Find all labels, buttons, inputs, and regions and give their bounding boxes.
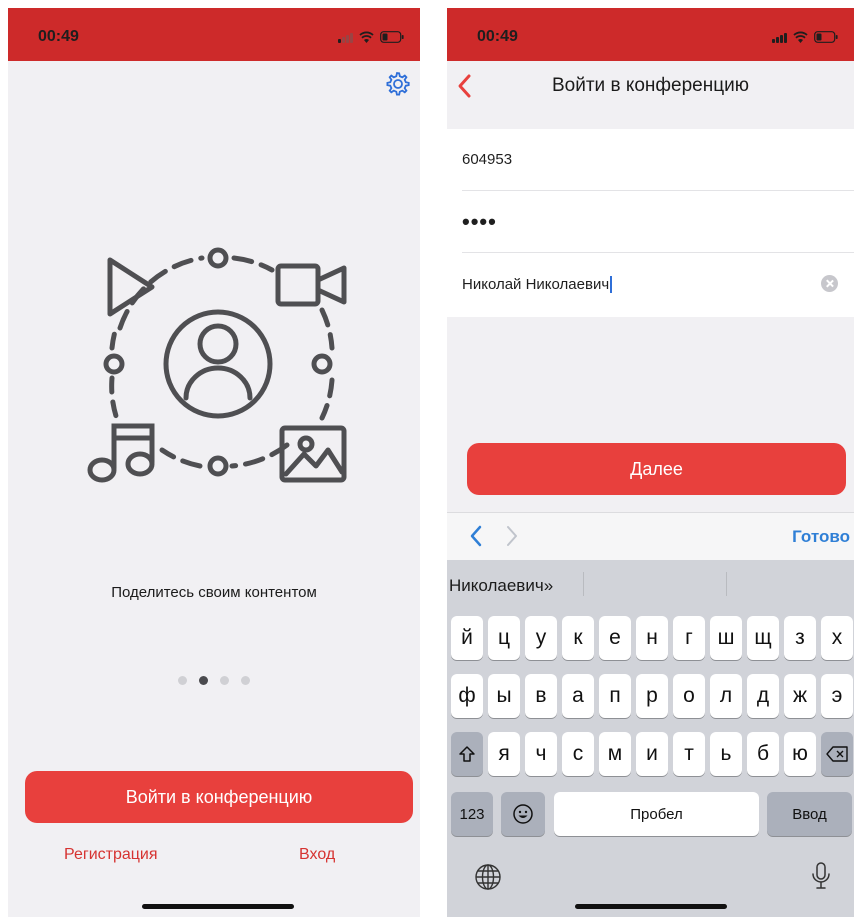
status-bar: 00:49 bbox=[8, 8, 420, 61]
done-button[interactable]: Готово bbox=[792, 527, 850, 547]
next-field-icon[interactable] bbox=[505, 525, 519, 547]
key-ь[interactable]: ь bbox=[710, 732, 742, 776]
display-name-field[interactable]: Николай Николаевич bbox=[462, 253, 854, 315]
key-щ[interactable]: щ bbox=[747, 616, 779, 660]
join-conference-screen: 00:49 Войти в конференцию 604953 •••• Ни… bbox=[447, 8, 854, 917]
key-ш[interactable]: ш bbox=[710, 616, 742, 660]
emoji-key[interactable] bbox=[501, 792, 545, 836]
key-з[interactable]: з bbox=[784, 616, 816, 660]
onboarding-caption: Поделитесь своим контентом bbox=[111, 584, 317, 601]
page-dot[interactable] bbox=[178, 676, 187, 685]
text-caret bbox=[610, 275, 613, 293]
key-и[interactable]: и bbox=[636, 732, 668, 776]
login-link[interactable]: Вход bbox=[299, 846, 335, 864]
key-п[interactable]: п bbox=[599, 674, 631, 718]
status-icons bbox=[772, 29, 838, 43]
keyboard-toolbar: Готово bbox=[447, 512, 854, 560]
key-б[interactable]: б bbox=[747, 732, 779, 776]
display-name-value: Николай Николаевич bbox=[462, 275, 610, 293]
key-д[interactable]: д bbox=[747, 674, 779, 718]
key-й[interactable]: й bbox=[451, 616, 483, 660]
key-к[interactable]: к bbox=[562, 616, 594, 660]
password-value: •••• bbox=[462, 208, 497, 234]
key-в[interactable]: в bbox=[525, 674, 557, 718]
signal-icon bbox=[338, 31, 353, 43]
battery-icon bbox=[814, 31, 838, 43]
backspace-icon bbox=[826, 746, 848, 762]
register-link[interactable]: Регистрация bbox=[64, 846, 158, 864]
suggestion-bar: Николаевич» bbox=[447, 560, 854, 608]
clear-text-icon[interactable] bbox=[821, 275, 838, 292]
key-я[interactable]: я bbox=[488, 732, 520, 776]
key-ч[interactable]: ч bbox=[525, 732, 557, 776]
page-dot-active[interactable] bbox=[199, 676, 208, 685]
key-а[interactable]: а bbox=[562, 674, 594, 718]
key-ж[interactable]: ж bbox=[784, 674, 816, 718]
conference-id-field[interactable]: 604953 bbox=[462, 129, 854, 191]
onboarding-screen: 00:49 Поделитесь своим контентом Войти в… bbox=[8, 8, 420, 917]
wifi-icon bbox=[793, 31, 808, 43]
signal-icon bbox=[772, 31, 787, 43]
navigation-bar: Войти в конференцию bbox=[447, 61, 854, 129]
wifi-icon bbox=[359, 31, 374, 43]
key-э[interactable]: э bbox=[821, 674, 853, 718]
password-field[interactable]: •••• bbox=[462, 191, 854, 253]
globe-icon[interactable] bbox=[474, 863, 502, 891]
key-о[interactable]: о bbox=[673, 674, 705, 718]
home-indicator[interactable] bbox=[142, 904, 294, 909]
space-key[interactable]: Пробел bbox=[554, 792, 759, 836]
key-х[interactable]: х bbox=[821, 616, 853, 660]
share-content-illustration bbox=[87, 247, 347, 483]
numbers-key[interactable]: 123 bbox=[451, 792, 493, 836]
status-time: 00:49 bbox=[477, 28, 518, 45]
page-dot[interactable] bbox=[241, 676, 250, 685]
suggestion-separator bbox=[583, 572, 584, 596]
key-ц[interactable]: ц bbox=[488, 616, 520, 660]
page-dot[interactable] bbox=[220, 676, 229, 685]
key-с[interactable]: с bbox=[562, 732, 594, 776]
page-title: Войти в конференцию bbox=[552, 75, 749, 96]
backspace-key[interactable] bbox=[821, 732, 853, 776]
previous-field-icon[interactable] bbox=[469, 525, 483, 547]
gear-icon[interactable] bbox=[384, 70, 410, 96]
page-indicator[interactable] bbox=[8, 676, 420, 685]
key-л[interactable]: л bbox=[710, 674, 742, 718]
conference-id-value: 604953 bbox=[462, 151, 513, 168]
key-г[interactable]: г bbox=[673, 616, 705, 660]
status-bar: 00:49 bbox=[447, 8, 854, 61]
next-button[interactable]: Далее bbox=[467, 443, 846, 495]
key-е[interactable]: е bbox=[599, 616, 631, 660]
return-key[interactable]: Ввод bbox=[767, 792, 852, 836]
key-м[interactable]: м bbox=[599, 732, 631, 776]
battery-icon bbox=[380, 31, 404, 43]
microphone-icon[interactable] bbox=[810, 861, 832, 891]
emoji-icon bbox=[513, 804, 533, 824]
suggestion-separator bbox=[726, 572, 727, 596]
suggestion-item[interactable]: Николаевич» bbox=[449, 576, 553, 596]
status-icons bbox=[338, 29, 404, 43]
shift-key[interactable] bbox=[451, 732, 483, 776]
keyboard: Николаевич» й ц у к е н г ш щ з х ф ы в … bbox=[447, 560, 854, 917]
shift-icon bbox=[459, 746, 475, 762]
key-ф[interactable]: ф bbox=[451, 674, 483, 718]
key-у[interactable]: у bbox=[525, 616, 557, 660]
key-ю[interactable]: ю bbox=[784, 732, 816, 776]
join-form: 604953 •••• Николай Николаевич bbox=[447, 129, 854, 317]
key-р[interactable]: р bbox=[636, 674, 668, 718]
home-indicator[interactable] bbox=[575, 904, 727, 909]
key-т[interactable]: т bbox=[673, 732, 705, 776]
status-time: 00:49 bbox=[38, 28, 79, 45]
key-ы[interactable]: ы bbox=[488, 674, 520, 718]
key-н[interactable]: н bbox=[636, 616, 668, 660]
join-conference-button[interactable]: Войти в конференцию bbox=[25, 771, 413, 823]
